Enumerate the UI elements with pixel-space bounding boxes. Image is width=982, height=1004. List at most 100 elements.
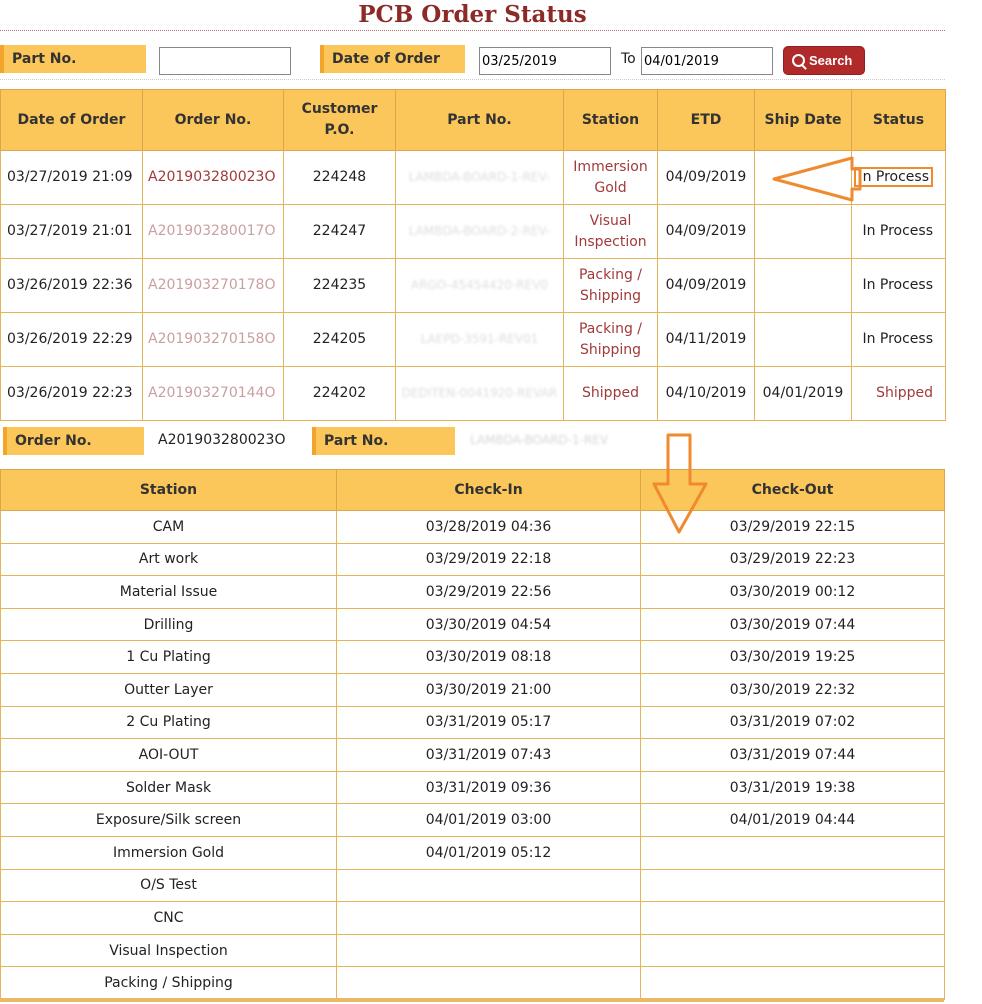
ship-date: 04/01/2019 [754,366,852,421]
table-row[interactable]: 03/27/2019 21:09 A201903280023O 224248 L… [0,150,946,205]
station-name: AOI-OUT [0,738,337,772]
etd: 04/11/2019 [657,312,755,367]
check-in [336,966,641,1000]
part-no-label: Part No. [0,45,146,73]
part-no-input[interactable] [159,47,291,75]
check-out [640,835,945,870]
order-date: 03/26/2019 22:23 [0,366,143,421]
check-out: 03/29/2019 22:15 [640,510,945,544]
table-row[interactable]: 03/27/2019 21:01 A201903280017O 224247 L… [0,204,946,259]
etd: 04/09/2019 [657,258,755,313]
table-row: CAM 03/28/2019 04:36 03/29/2019 22:15 [0,510,945,544]
date-from-input[interactable] [479,47,611,75]
customer-po: 224205 [283,312,396,367]
col-etd[interactable]: ETD [657,89,755,151]
ship-date [754,204,852,259]
customer-po: 224248 [283,150,396,205]
station-name: Visual Inspection [0,933,337,968]
station-name: Material Issue [0,575,337,609]
ship-date [754,312,852,367]
ship-date [754,150,852,205]
table-row[interactable]: 03/26/2019 22:23 A201903270144O 224202 D… [0,366,946,421]
search-divider [0,79,945,80]
table-row: AOI-OUT 03/31/2019 07:43 03/31/2019 07:44 [0,738,945,772]
table-row: Drilling 03/30/2019 04:54 03/30/2019 07:44 [0,607,945,642]
order-no-link[interactable]: A201903270144O [142,366,284,421]
table-row: Immersion Gold 04/01/2019 05:12 [0,835,945,870]
check-in [336,901,641,935]
col-station[interactable]: Station [563,89,658,151]
check-out: 03/29/2019 22:23 [640,542,945,577]
col-status[interactable]: Status [851,89,946,151]
page-title: PCB Order Status [358,1,587,28]
check-in: 03/30/2019 08:18 [336,640,641,674]
title-divider [0,30,945,31]
detail-header-row: Station Check-In Check-Out [0,469,945,511]
table-row: O/S Test [0,868,945,903]
check-in: 03/31/2019 07:43 [336,738,641,772]
order-date: 03/27/2019 21:01 [0,204,143,259]
check-out: 03/31/2019 19:38 [640,770,945,805]
check-in: 03/31/2019 09:36 [336,770,641,805]
order-no-link[interactable]: A201903270158O [142,312,284,367]
etd: 04/09/2019 [657,204,755,259]
etd: 04/10/2019 [657,366,755,421]
station-name: Drilling [0,607,337,642]
orders-table: Date of Order Order No. Customer P.O. Pa… [0,89,946,421]
order-no-link[interactable]: A201903270178O [142,258,284,313]
check-out: 04/01/2019 04:44 [640,803,945,837]
station-name: Solder Mask [0,770,337,805]
check-in: 03/30/2019 04:54 [336,607,641,642]
col-ship-date[interactable]: Ship Date [754,89,852,151]
table-row[interactable]: 03/26/2019 22:36 A201903270178O 224235 A… [0,258,946,313]
order-date: 03/27/2019 21:09 [0,150,143,205]
status-highlight: In Process [854,167,933,187]
check-out [640,901,945,935]
check-in: 03/31/2019 05:17 [336,705,641,740]
part-no-redacted: LAMBDA-BOARD-1-REV- [395,150,564,205]
part-no-redacted: LAEPD-3591-REV01 [395,312,564,367]
station-name: CNC [0,901,337,935]
col-part-no[interactable]: Part No. [395,89,564,151]
station: Immersion Gold [563,150,658,205]
check-in: 03/30/2019 21:00 [336,672,641,707]
status: In Process [851,258,946,313]
table-row: Outter Layer 03/30/2019 21:00 03/30/2019 2… [0,672,945,707]
check-in: 03/29/2019 22:56 [336,575,641,609]
table-row: Exposure/Silk screen 04/01/2019 03:00 04/0… [0,803,945,837]
station-name: 1 Cu Plating [0,640,337,674]
etd: 04/09/2019 [657,150,755,205]
order-no-link[interactable]: A201903280017O [142,204,284,259]
to-label: To [621,51,636,67]
table-row: Material Issue 03/29/2019 22:56 03/30/2019… [0,575,945,609]
table-row: 2 Cu Plating 03/31/2019 05:17 03/31/2019 0… [0,705,945,740]
table-row: Visual Inspection [0,933,945,968]
status: In Process [851,150,946,205]
check-out: 03/30/2019 00:12 [640,575,945,609]
orders-header-row: Date of Order Order No. Customer P.O. Pa… [0,89,946,151]
station-detail-table: Station Check-In Check-Out CAM 03/28/2019… [0,469,945,1000]
check-in: 03/29/2019 22:18 [336,542,641,577]
ship-date [754,258,852,313]
order-no-link[interactable]: A201903280023O [142,150,284,205]
col-date-of-order[interactable]: Date of Order [0,89,143,151]
order-date: 03/26/2019 22:29 [0,312,143,367]
table-row[interactable]: 03/26/2019 22:29 A201903270158O 224205 L… [0,312,946,367]
col-order-no[interactable]: Order No. [142,89,284,151]
station-name: Packing / Shipping [0,966,337,1000]
station-name: Art work [0,542,337,577]
status: In Process [851,312,946,367]
table-row: CNC [0,901,945,935]
table-row: Art work 03/29/2019 22:18 03/29/2019 22:23 [0,542,945,577]
detail-part-no-label: Part No. [312,427,455,455]
check-out [640,966,945,1000]
detail-order-no-value: A201903280023O [158,432,286,448]
check-out [640,933,945,968]
table-row: Packing / Shipping [0,966,945,1000]
search-button[interactable]: Search [783,46,865,75]
station: Packing / Shipping [563,312,658,367]
customer-po: 224247 [283,204,396,259]
col-customer-po[interactable]: Customer P.O. [283,89,396,151]
check-out [640,868,945,903]
date-to-input[interactable] [641,47,773,75]
